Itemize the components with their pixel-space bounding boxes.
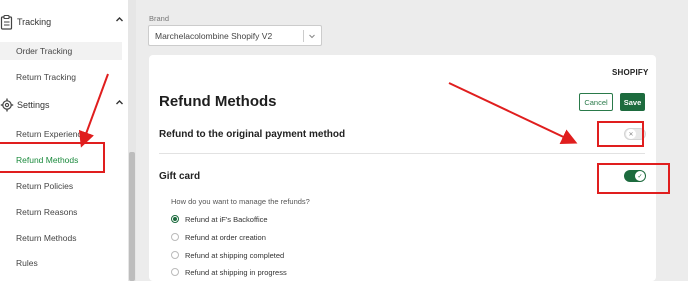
refund-option-label: Refund at iF's Backoffice (185, 214, 268, 224)
sidebar-item-return-policies[interactable]: Return Policies (0, 177, 122, 195)
clipboard-icon (0, 14, 13, 30)
annotation-box-refund-methods (0, 142, 105, 173)
sidebar-item-return-tracking[interactable]: Return Tracking (0, 68, 122, 86)
tracking-label: Tracking (17, 17, 52, 27)
sidebar-section-tracking[interactable]: Tracking (0, 11, 128, 33)
chevron-up-icon (116, 17, 123, 22)
brand-select-value: Marchelacolombine Shopify V2 (155, 30, 273, 41)
radio-button[interactable] (171, 233, 179, 241)
page-title: Refund Methods (159, 93, 277, 110)
gear-icon (0, 98, 14, 112)
annotation-box-gift-toggle (597, 163, 670, 194)
refund-methods-card (149, 55, 656, 281)
sidebar-item-order-tracking[interactable]: Order Tracking (0, 42, 122, 60)
radio-button[interactable] (171, 268, 179, 276)
radio-button[interactable] (171, 251, 179, 259)
refund-question: How do you want to manage the refunds? (171, 197, 310, 206)
sidebar-item-return-experience[interactable]: Return Experience (0, 125, 122, 143)
sidebar-item-rules[interactable]: Rules (0, 254, 122, 272)
cancel-button[interactable]: Cancel (579, 93, 613, 111)
refund-option[interactable]: Refund at shipping in progress (171, 266, 287, 278)
settings-label: Settings (17, 100, 50, 110)
refund-option[interactable]: Refund at order creation (171, 231, 266, 243)
radio-button[interactable] (171, 215, 179, 223)
refund-option[interactable]: Refund at shipping completed (171, 249, 284, 261)
gift-card-label: Gift card (159, 171, 201, 182)
select-separator (303, 30, 304, 42)
platform-label: SHOPIFY (612, 68, 649, 77)
sidebar-item-return-methods[interactable]: Return Methods (0, 229, 122, 247)
refund-option-label: Refund at shipping in progress (185, 267, 287, 277)
refund-option-label: Refund at shipping completed (185, 250, 285, 260)
chevron-up-icon (116, 100, 123, 105)
brand-select[interactable]: Marchelacolombine Shopify V2 (148, 25, 322, 46)
section-divider (159, 153, 645, 154)
annotation-box-original-toggle (597, 121, 644, 147)
sidebar-section-settings[interactable]: Settings (0, 94, 128, 116)
original-payment-label: Refund to the original payment method (159, 129, 346, 140)
sidebar-item-return-reasons[interactable]: Return Reasons (0, 203, 122, 221)
brand-label: Brand (149, 14, 170, 23)
sidebar-scrollbar-thumb[interactable] (129, 152, 135, 281)
refund-option[interactable]: Refund at iF's Backoffice (171, 213, 268, 225)
refund-option-label: Refund at order creation (185, 232, 266, 242)
chevron-down-icon (309, 34, 315, 39)
sidebar: Tracking Order Tracking Return Tracking … (0, 0, 128, 281)
save-button[interactable]: Save (620, 93, 645, 111)
